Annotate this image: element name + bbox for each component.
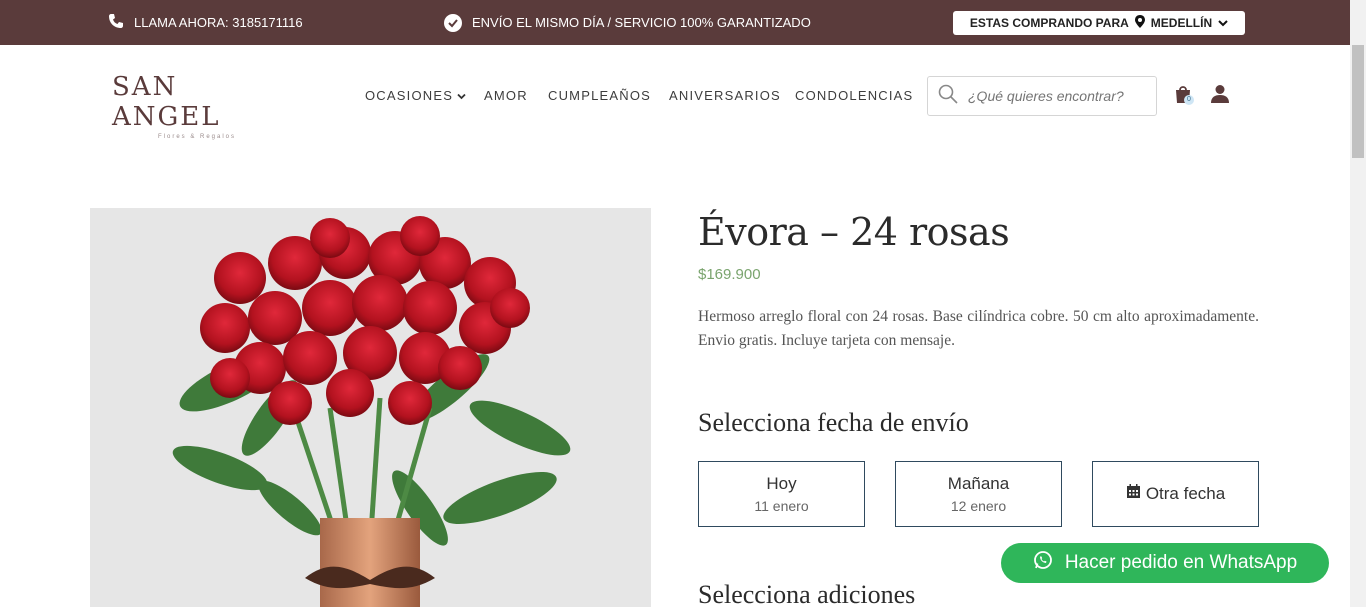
date-option-other[interactable]: Otra fecha bbox=[1092, 461, 1259, 527]
city-name: MEDELLÍN bbox=[1150, 16, 1213, 30]
whatsapp-order-button[interactable]: Hacer pedido en WhatsApp bbox=[1001, 543, 1329, 583]
nav-aniversarios[interactable]: ANIVERSARIOS bbox=[669, 88, 781, 103]
account-button[interactable] bbox=[1210, 84, 1230, 109]
date-option-date: 12 enero bbox=[950, 498, 1007, 514]
search-icon[interactable] bbox=[938, 84, 958, 109]
shipping-notice: ENVÍO EL MISMO DÍA / SERVICIO 100% GARAN… bbox=[444, 0, 811, 45]
date-option-date: 11 enero bbox=[754, 498, 809, 514]
check-circle-icon bbox=[444, 13, 462, 32]
nav-label: CUMPLEAÑOS bbox=[548, 88, 652, 103]
date-option-label: Otra fecha bbox=[1145, 484, 1226, 503]
nav-condolencias[interactable]: CONDOLENCIAS bbox=[795, 88, 913, 103]
shipping-notice-text: ENVÍO EL MISMO DÍA / SERVICIO 100% GARAN… bbox=[472, 15, 811, 30]
nav-amor[interactable]: AMOR bbox=[484, 88, 528, 103]
nav-ocasiones[interactable]: OCASIONES bbox=[365, 88, 466, 103]
nav-label: CONDOLENCIAS bbox=[795, 88, 914, 103]
date-option-label: Mañana bbox=[947, 474, 1010, 493]
date-option-label: Hoy bbox=[766, 474, 797, 493]
product-title: Évora – 24 rosas bbox=[698, 210, 1010, 254]
search-box bbox=[927, 76, 1157, 116]
date-option-today[interactable]: Hoy 11 enero bbox=[698, 461, 865, 527]
buying-for-label: ESTAS COMPRANDO PARA bbox=[969, 16, 1129, 30]
nav-label: ANIVERSARIOS bbox=[669, 88, 781, 103]
product-description: Hermoso arreglo floral con 24 rosas. Bas… bbox=[698, 308, 1259, 349]
logo-text: SAN ANGEL bbox=[112, 72, 221, 132]
additions-section-heading: Selecciona adiciones bbox=[698, 580, 916, 609]
roses-bouquet-image bbox=[90, 208, 651, 607]
cart-button[interactable]: 0 bbox=[1174, 84, 1196, 106]
phone-icon bbox=[108, 13, 124, 32]
chevron-down-icon bbox=[457, 88, 466, 103]
product-image[interactable] bbox=[90, 208, 651, 607]
product-price: $169.900 bbox=[698, 266, 761, 283]
site-logo[interactable]: SAN ANGEL Flores & Regalos bbox=[112, 72, 282, 140]
whatsapp-button-label: Hacer pedido en WhatsApp bbox=[1064, 552, 1298, 573]
date-section-heading: Selecciona fecha de envío bbox=[698, 408, 969, 437]
chevron-down-icon bbox=[1218, 16, 1228, 30]
calendar-icon bbox=[1126, 484, 1141, 504]
date-option-tomorrow[interactable]: Mañana 12 enero bbox=[895, 461, 1062, 527]
user-icon bbox=[1210, 85, 1230, 108]
city-selector[interactable]: ESTAS COMPRANDO PARA MEDELLÍN bbox=[953, 11, 1245, 35]
nav-label: OCASIONES bbox=[365, 88, 454, 103]
map-pin-icon bbox=[1134, 15, 1145, 31]
whatsapp-icon bbox=[1033, 550, 1053, 576]
nav-cumpleanos[interactable]: CUMPLEAÑOS bbox=[548, 88, 651, 103]
call-now[interactable]: LLAMA AHORA: 3185171116 bbox=[108, 0, 303, 45]
search-input[interactable] bbox=[966, 87, 1150, 105]
nav-label: AMOR bbox=[484, 88, 528, 103]
call-now-text: LLAMA AHORA: 3185171116 bbox=[134, 15, 303, 30]
cart-count-badge: 0 bbox=[1184, 95, 1194, 105]
logo-subtext: Flores & Regalos bbox=[157, 134, 237, 140]
scrollbar-thumb[interactable] bbox=[1352, 45, 1364, 158]
top-bar: LLAMA AHORA: 3185171116 ENVÍO EL MISMO D… bbox=[0, 0, 1350, 45]
